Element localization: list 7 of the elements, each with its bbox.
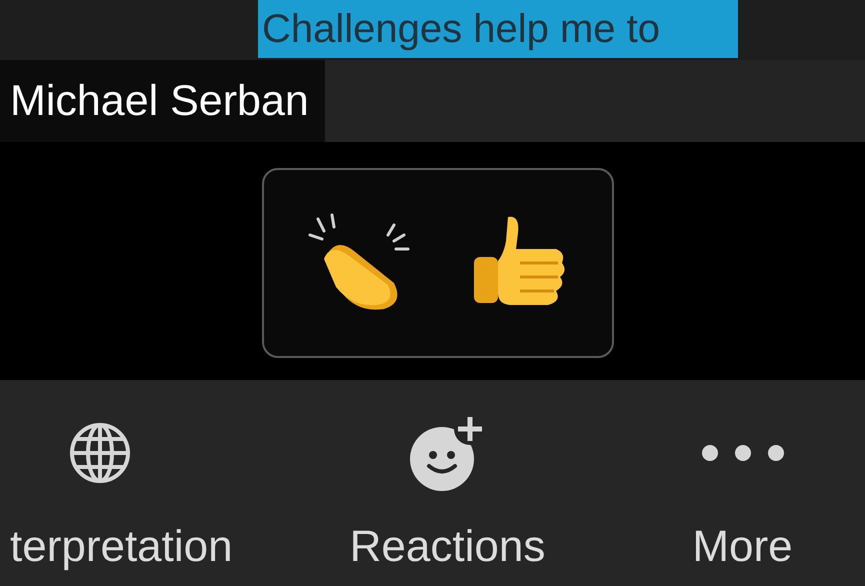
more-icon xyxy=(700,444,784,462)
more-button[interactable]: More xyxy=(620,380,865,586)
caption-text: Challenges help me to xyxy=(258,0,738,58)
participant-name: Michael Serban xyxy=(0,60,325,142)
globe-icon xyxy=(68,421,132,485)
interpretation-button[interactable]: terpretation xyxy=(0,380,275,586)
reactions-button[interactable]: Reactions xyxy=(275,380,620,586)
